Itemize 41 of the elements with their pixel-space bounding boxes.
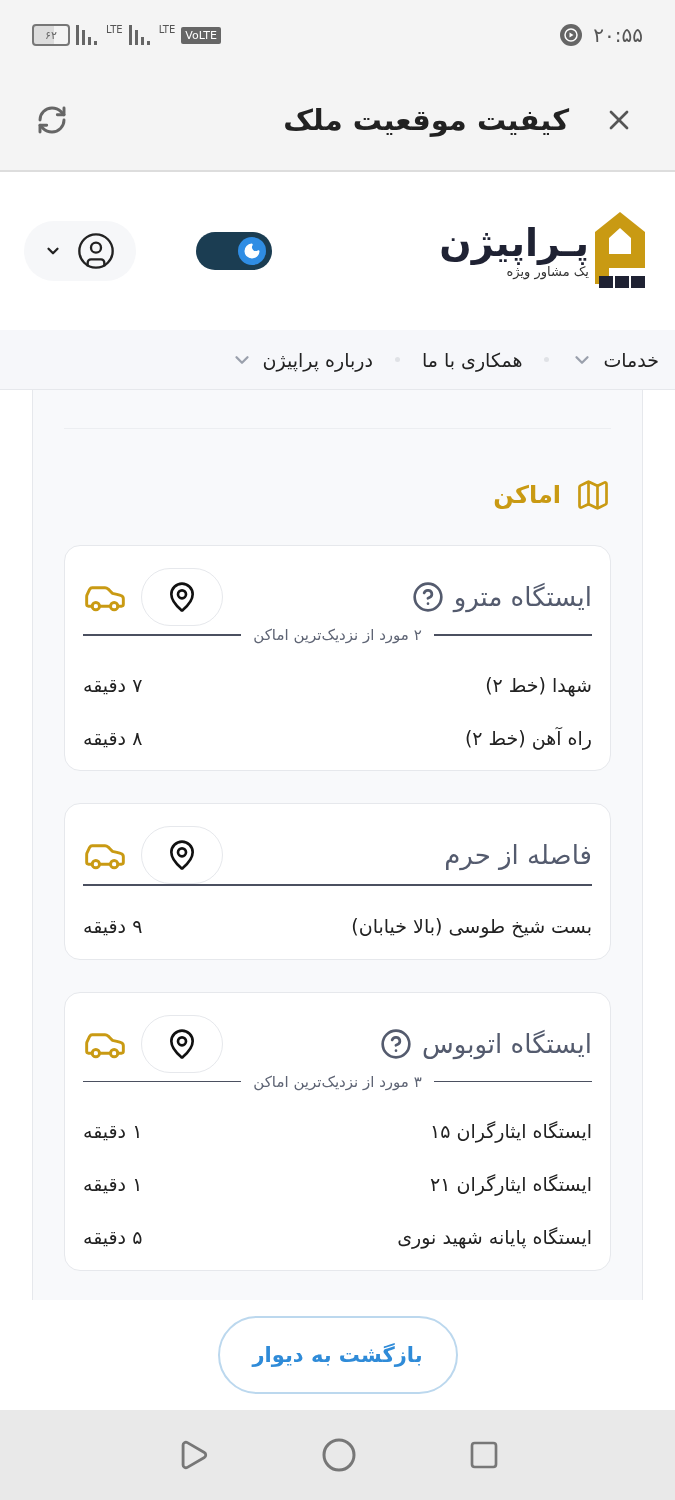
summary-text: ۳ مورد از نزدیک‌ترین اماکن xyxy=(253,1072,422,1091)
travel-time: ۷ دقیقه xyxy=(83,673,143,696)
place-name: راه آهن (خط ۲) xyxy=(464,726,592,749)
signal-icon xyxy=(76,25,100,45)
place-name: ایستگاه ایثارگران ۲۱ xyxy=(430,1173,592,1195)
travel-time: ۱ دقیقه xyxy=(83,1173,143,1195)
window-title: کیفیت موقعیت ملک xyxy=(282,103,569,137)
back-button[interactable]: بازگشت به دیوار xyxy=(217,1316,458,1394)
place-name: شهدا (خط ۲) xyxy=(485,673,592,696)
play-icon xyxy=(559,23,584,47)
logo-name: پـراپیژن xyxy=(439,222,589,265)
network-label: LTE xyxy=(106,24,123,35)
volte-badge: VoLTE xyxy=(181,26,221,44)
card-title: ایستگاه مترو xyxy=(453,582,592,612)
battery-indicator: ۶۲ xyxy=(32,24,70,46)
logo-tagline: یک مشاور ویژه xyxy=(506,264,589,280)
help-icon[interactable] xyxy=(380,1027,413,1060)
card-title: ایستگاه اتوبوس xyxy=(422,1028,592,1059)
travel-time: ۸ دقیقه xyxy=(83,726,143,749)
home-nav-icon[interactable] xyxy=(320,1437,357,1473)
section-title: اماکن xyxy=(493,481,561,509)
nav-link[interactable]: همکاری با ما xyxy=(421,348,523,371)
map-icon xyxy=(575,477,611,513)
nav-link[interactable]: درباره پراپیژن xyxy=(230,348,373,371)
nav-link[interactable]: خدمات xyxy=(571,348,659,371)
user-icon xyxy=(76,231,116,271)
place-name: ایستگاه پایانه شهید نوری xyxy=(397,1226,592,1248)
signal-icon xyxy=(128,25,153,45)
dark-mode-toggle[interactable] xyxy=(196,232,272,270)
place-name: بست شیخ طوسی (بالا خیابان) xyxy=(351,915,592,937)
moon-icon xyxy=(243,242,261,260)
help-icon[interactable] xyxy=(411,581,444,613)
summary-text: ۲ مورد از نزدیک‌ترین اماکن xyxy=(253,626,422,644)
refresh-icon[interactable] xyxy=(36,104,68,136)
card-title: فاصله از حرم xyxy=(444,840,592,870)
travel-time: ۵ دقیقه xyxy=(83,1226,143,1248)
clock: ۲۰:۵۵ xyxy=(593,23,643,47)
place-name: ایستگاه ایثارگران ۱۵ xyxy=(430,1120,592,1142)
travel-time: ۱ دقیقه xyxy=(83,1120,143,1142)
network-label: LTE xyxy=(158,24,176,35)
travel-time: ۹ دقیقه xyxy=(83,915,143,937)
